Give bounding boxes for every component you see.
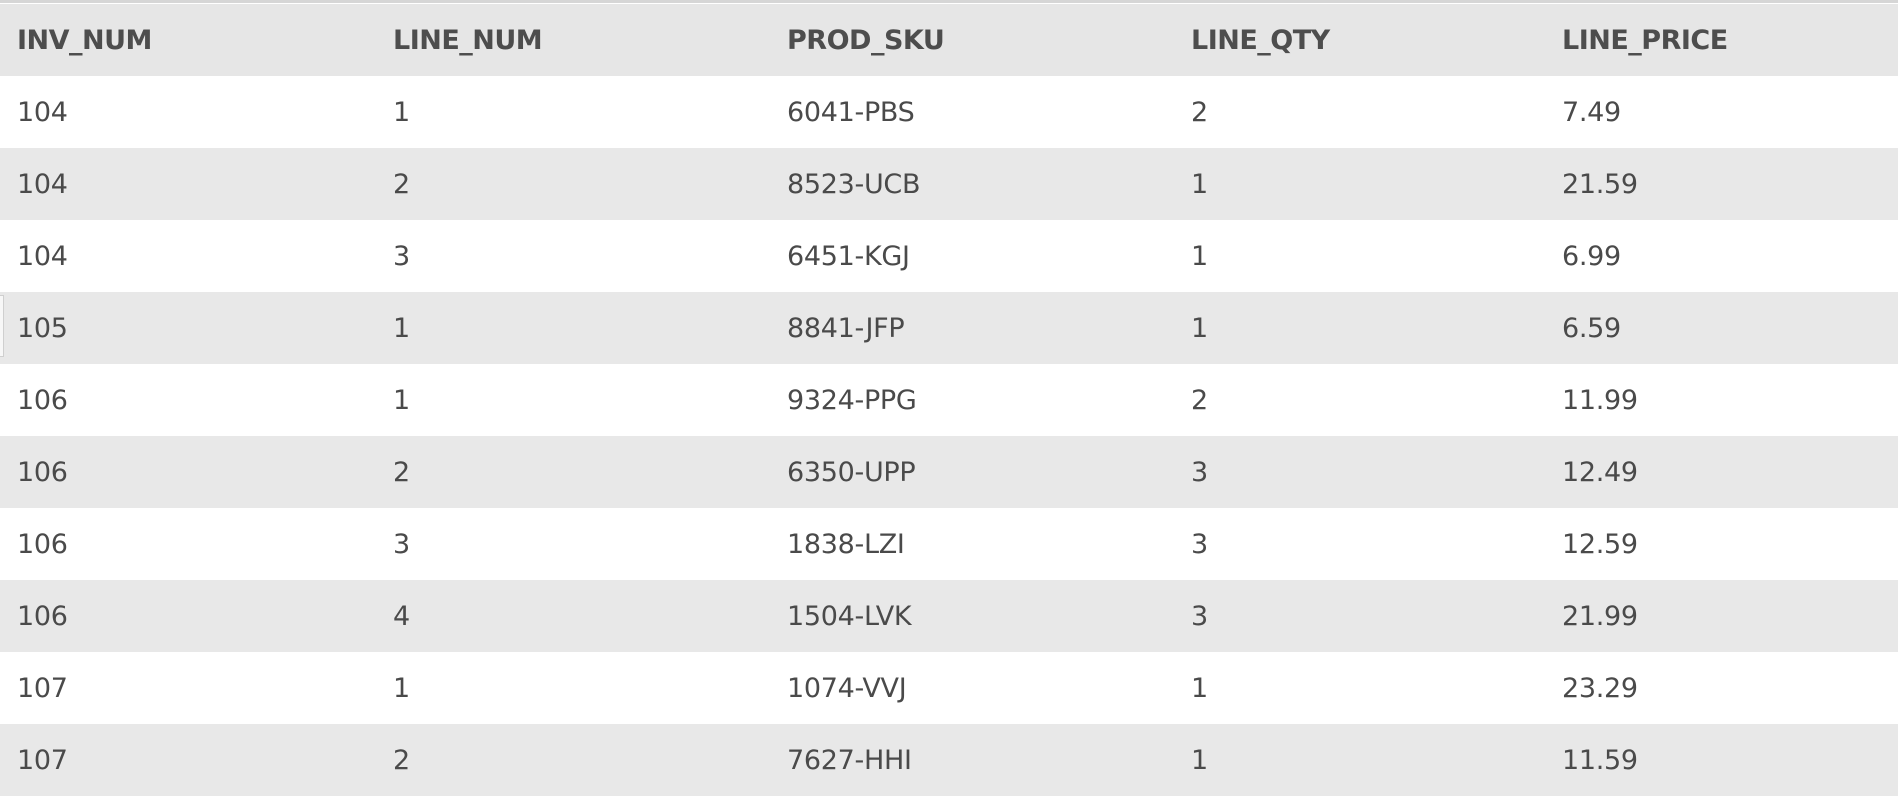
table-row[interactable]: 106 2 6350-UPP 3 12.49 [0,436,1898,508]
cell-inv-num: 106 [0,580,376,652]
cell-prod-sku: 1074-VVJ [770,652,1174,724]
cell-inv-num: 107 [0,724,376,796]
table-row[interactable]: 104 1 6041-PBS 2 7.49 [0,76,1898,148]
cell-line-qty: 1 [1174,292,1545,364]
column-header-line-qty[interactable]: LINE_QTY [1174,4,1545,76]
column-header-line-price[interactable]: LINE_PRICE [1545,4,1898,76]
cell-line-price: 11.59 [1545,724,1898,796]
cell-line-qty: 3 [1174,580,1545,652]
cell-line-price: 6.99 [1545,220,1898,292]
table-row[interactable]: 105 1 8841-JFP 1 6.59 [0,292,1898,364]
cell-line-price: 6.59 [1545,292,1898,364]
cell-line-price: 21.59 [1545,148,1898,220]
header-row: INV_NUM LINE_NUM PROD_SKU LINE_QTY LINE_… [0,4,1898,76]
column-header-line-num[interactable]: LINE_NUM [376,4,770,76]
cell-inv-num: 107 [0,652,376,724]
column-header-inv-num[interactable]: INV_NUM [0,4,376,76]
results-table: INV_NUM LINE_NUM PROD_SKU LINE_QTY LINE_… [0,4,1898,796]
table-row[interactable]: 106 3 1838-LZI 3 12.59 [0,508,1898,580]
cell-line-num: 1 [376,292,770,364]
cell-line-qty: 3 [1174,508,1545,580]
cell-line-price: 7.49 [1545,76,1898,148]
table-row[interactable]: 107 1 1074-VVJ 1 23.29 [0,652,1898,724]
cell-prod-sku: 9324-PPG [770,364,1174,436]
cell-inv-num: 106 [0,364,376,436]
column-header-prod-sku[interactable]: PROD_SKU [770,4,1174,76]
cell-inv-num: 105 [0,292,376,364]
cell-line-price: 23.29 [1545,652,1898,724]
cell-line-qty: 1 [1174,220,1545,292]
cell-line-qty: 2 [1174,76,1545,148]
cell-line-num: 3 [376,508,770,580]
cell-prod-sku: 6451-KGJ [770,220,1174,292]
resize-handle[interactable] [0,295,4,357]
cell-line-price: 21.99 [1545,580,1898,652]
cell-inv-num: 104 [0,76,376,148]
cell-line-qty: 1 [1174,652,1545,724]
cell-prod-sku: 6041-PBS [770,76,1174,148]
cell-inv-num: 106 [0,508,376,580]
cell-line-num: 1 [376,76,770,148]
cell-line-price: 11.99 [1545,364,1898,436]
cell-inv-num: 106 [0,436,376,508]
cell-inv-num: 104 [0,148,376,220]
table-body: 104 1 6041-PBS 2 7.49 104 2 8523-UCB 1 2… [0,76,1898,796]
cell-line-qty: 2 [1174,364,1545,436]
cell-line-num: 2 [376,436,770,508]
cell-prod-sku: 1838-LZI [770,508,1174,580]
table-row[interactable]: 104 3 6451-KGJ 1 6.99 [0,220,1898,292]
table-row[interactable]: 104 2 8523-UCB 1 21.59 [0,148,1898,220]
cell-prod-sku: 8523-UCB [770,148,1174,220]
table-row[interactable]: 107 2 7627-HHI 1 11.59 [0,724,1898,796]
cell-prod-sku: 8841-JFP [770,292,1174,364]
cell-line-num: 1 [376,364,770,436]
cell-line-qty: 3 [1174,436,1545,508]
table-row[interactable]: 106 4 1504-LVK 3 21.99 [0,580,1898,652]
table-header: INV_NUM LINE_NUM PROD_SKU LINE_QTY LINE_… [0,4,1898,76]
cell-inv-num: 104 [0,220,376,292]
cell-prod-sku: 7627-HHI [770,724,1174,796]
cell-line-num: 1 [376,652,770,724]
cell-line-qty: 1 [1174,148,1545,220]
cell-line-num: 2 [376,724,770,796]
cell-line-price: 12.49 [1545,436,1898,508]
cell-prod-sku: 6350-UPP [770,436,1174,508]
cell-line-num: 3 [376,220,770,292]
cell-prod-sku: 1504-LVK [770,580,1174,652]
cell-line-qty: 1 [1174,724,1545,796]
cell-line-price: 12.59 [1545,508,1898,580]
table-row[interactable]: 106 1 9324-PPG 2 11.99 [0,364,1898,436]
top-border [0,0,1898,3]
cell-line-num: 2 [376,148,770,220]
cell-line-num: 4 [376,580,770,652]
